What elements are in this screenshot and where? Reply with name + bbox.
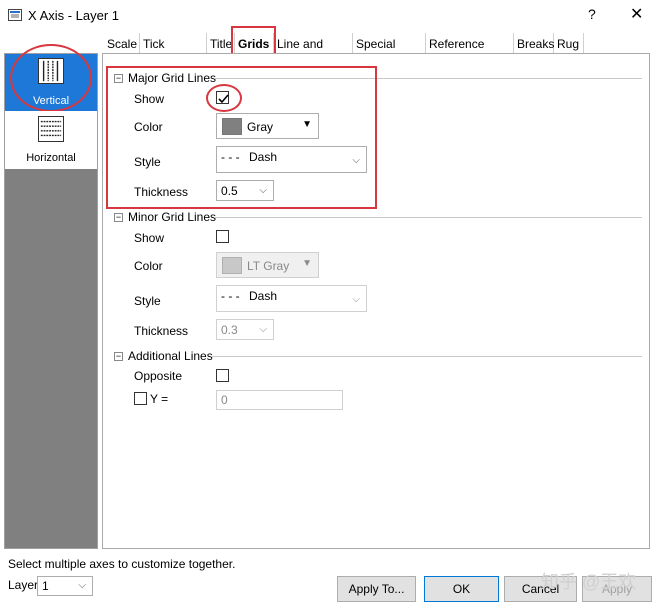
- layer-label: Layer: [8, 578, 39, 592]
- minor-color-value: LT Gray: [247, 259, 290, 273]
- minor-thickness-combo[interactable]: 0.3 ⌵: [216, 319, 274, 340]
- minor-style-value: Dash: [249, 289, 278, 303]
- section-divider: [212, 356, 642, 357]
- minor-collapse-toggle[interactable]: −: [114, 213, 123, 222]
- opposite-checkbox[interactable]: [216, 369, 229, 382]
- tab-special-ticks[interactable]: Special Ticks: [353, 33, 426, 73]
- additional-collapse-toggle[interactable]: −: [114, 352, 123, 361]
- sidebar-item-horizontal[interactable]: Horizontal: [5, 111, 97, 169]
- minor-show-checkbox[interactable]: [216, 230, 229, 243]
- window-title: X Axis - Layer 1: [28, 8, 120, 23]
- close-button[interactable]: ✕: [630, 4, 643, 24]
- minor-style-combo[interactable]: - - - Dash ⌵: [216, 285, 367, 312]
- opposite-label: Opposite: [134, 369, 183, 383]
- minor-color-label: Color: [134, 259, 163, 273]
- layer-select[interactable]: 1 ⌵: [37, 576, 93, 596]
- minor-color-combo[interactable]: LT Gray ▼: [216, 252, 319, 278]
- sidebar-item-label: Horizontal: [26, 152, 76, 164]
- tab-line-and-ticks[interactable]: Line and Ticks: [274, 33, 353, 73]
- y-value-text: 0: [221, 393, 228, 407]
- chevron-down-icon: ⌵: [78, 580, 86, 591]
- chevron-down-icon: ⌵: [352, 294, 360, 305]
- watermark: 知乎 @王欢: [541, 572, 637, 592]
- minor-grid-header: Minor Grid Lines: [128, 210, 217, 224]
- chevron-down-icon: ⌵: [259, 324, 267, 335]
- minor-thickness-label: Thickness: [134, 324, 189, 338]
- vertical-highlight: [10, 44, 92, 112]
- minor-style-label: Style: [134, 294, 161, 308]
- dash-line-icon: - - -: [221, 289, 240, 303]
- tab-scale[interactable]: Scale: [104, 33, 140, 55]
- app-icon: [8, 9, 22, 21]
- major-grid-highlight: [106, 66, 377, 209]
- color-swatch: [222, 257, 242, 274]
- dropdown-arrow-icon: ▼: [302, 258, 312, 269]
- help-button[interactable]: ?: [588, 6, 596, 22]
- ok-button[interactable]: OK: [424, 576, 499, 602]
- tab-reference-lines[interactable]: Reference Lines: [426, 33, 514, 73]
- section-divider: [214, 217, 642, 218]
- y-value-input[interactable]: 0: [216, 390, 343, 410]
- apply-to-button[interactable]: Apply To...: [337, 576, 416, 602]
- tab-tick-labels[interactable]: Tick Labels: [140, 33, 207, 73]
- y-label: Y =: [150, 392, 169, 406]
- y-checkbox[interactable]: [134, 392, 147, 405]
- tab-rug[interactable]: Rug: [554, 33, 584, 55]
- horizontal-grid-icon: [38, 116, 64, 142]
- status-text: Select multiple axes to customize togeth…: [8, 557, 236, 571]
- layer-value: 1: [42, 579, 49, 593]
- minor-thickness-value: 0.3: [221, 323, 238, 337]
- additional-lines-header: Additional Lines: [128, 349, 213, 363]
- minor-show-label: Show: [134, 231, 165, 245]
- tab-breaks[interactable]: Breaks: [514, 33, 554, 55]
